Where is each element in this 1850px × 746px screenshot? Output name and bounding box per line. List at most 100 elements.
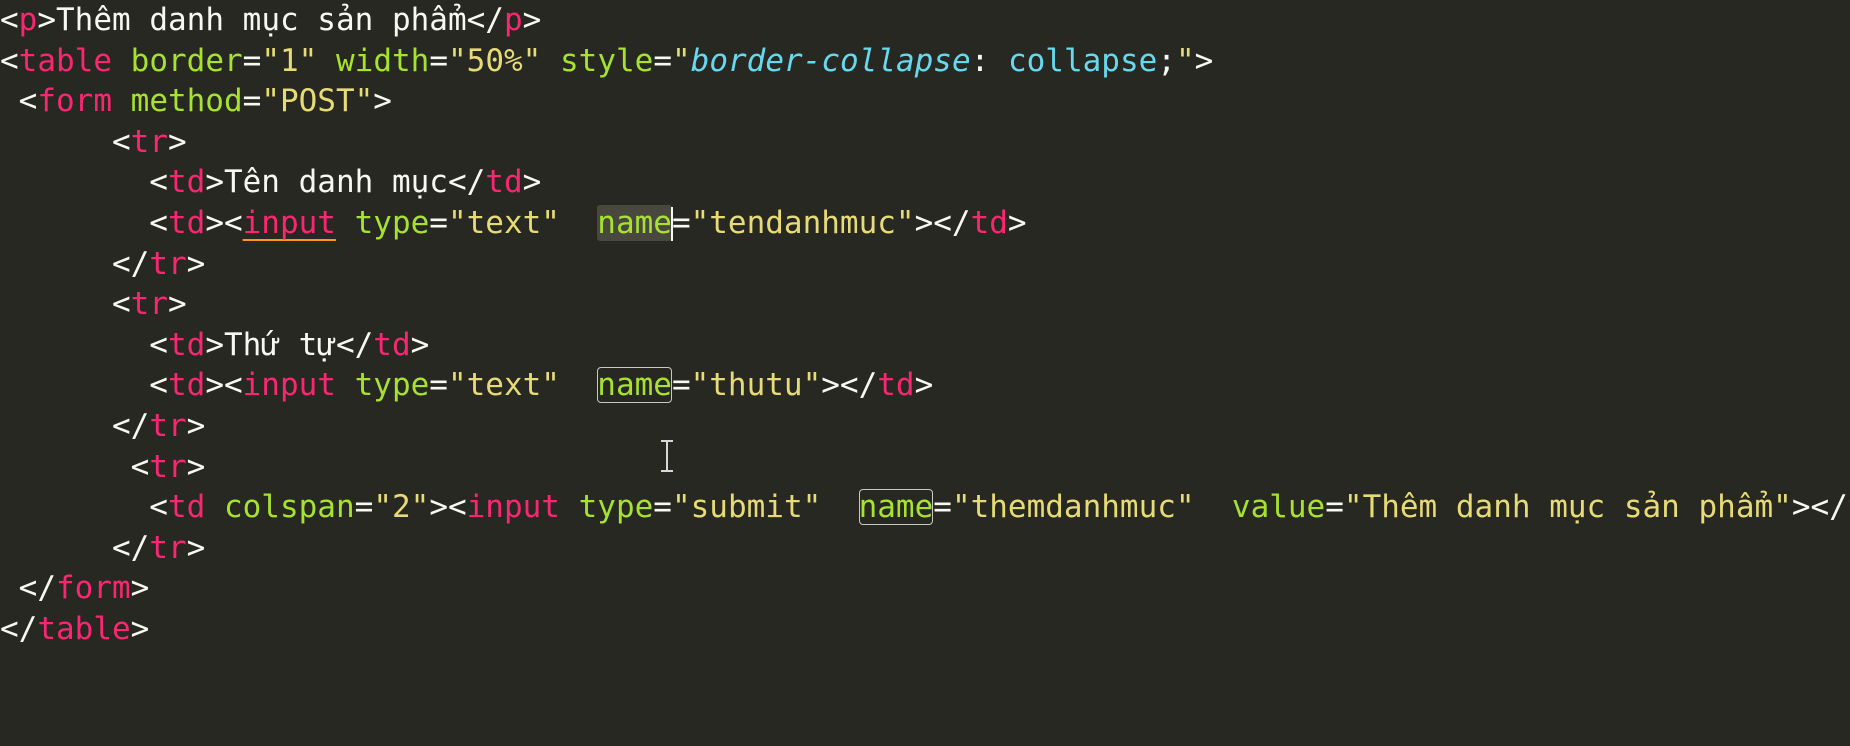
punct: ></ [1791, 489, 1848, 526]
tag-name: p [503, 2, 523, 38]
code-line-8[interactable]: <tr> [0, 284, 1850, 325]
punct: = [653, 489, 672, 526]
punct: = [653, 42, 672, 79]
punct: > [410, 326, 430, 363]
punct [560, 489, 579, 525]
attribute-name: type [354, 204, 430, 241]
attribute-value: "tendanhmuc" [690, 204, 915, 241]
punct: ; [1157, 42, 1176, 79]
punct: < [0, 164, 168, 201]
css-value: collapse [1007, 42, 1158, 79]
tag-name: td [167, 489, 206, 526]
attribute-name: colspan [223, 489, 355, 526]
code-line-11[interactable]: </tr> [0, 406, 1850, 447]
punct: < [0, 367, 168, 404]
punct: = [429, 42, 448, 79]
punct: </ [0, 610, 38, 647]
attribute-name-selected[interactable]: name [597, 204, 672, 241]
text-content: Thứ tự [223, 326, 336, 363]
code-area[interactable]: <p>Thêm danh mục sản phẩm</p> <table bor… [0, 0, 1850, 650]
tag-name: table [18, 42, 112, 79]
tag-name: input [242, 367, 336, 404]
punct: < [0, 42, 19, 79]
punct [112, 43, 131, 79]
punct: = [242, 83, 262, 120]
punct: < [0, 448, 150, 485]
tag-name: td [485, 164, 523, 201]
tag-name: tr [149, 245, 187, 282]
code-line-14[interactable]: </tr> [0, 528, 1850, 569]
punct: : [970, 42, 1008, 79]
punct: > [186, 407, 206, 444]
quote: " [672, 42, 691, 79]
punct: > [130, 570, 150, 607]
tag-name: td [373, 326, 411, 363]
punct: = [671, 204, 691, 241]
punct: < [0, 204, 168, 241]
attribute-value: "2" [373, 489, 430, 526]
punct: >< [205, 367, 243, 404]
punct [560, 205, 597, 241]
attribute-value: "thutu" [690, 367, 822, 404]
tag-name: table [37, 610, 131, 647]
tag-name: tr [149, 529, 187, 566]
tag-name: form [37, 83, 112, 120]
punct: </ [466, 2, 504, 38]
punct: >< [429, 489, 467, 526]
tag-name: td [167, 326, 206, 363]
code-line-16[interactable]: </table> [0, 609, 1850, 650]
punct: ></ [914, 204, 971, 241]
punct: </ [0, 245, 150, 282]
code-line-2[interactable]: <table border="1" width="50%" style="bor… [0, 41, 1850, 82]
code-line-3[interactable]: <form method="POST"> [0, 81, 1850, 122]
punct [205, 489, 224, 525]
punct: < [0, 123, 131, 160]
text-content: Tên danh mục [223, 164, 448, 201]
attribute-value: "themdanhmuc" [951, 489, 1195, 526]
quote: " [1175, 42, 1195, 79]
tag-name: tr [149, 448, 187, 485]
punct: </ [447, 164, 486, 201]
punct: > [167, 123, 187, 160]
code-line-5[interactable]: <td>Tên danh mục</td> [0, 162, 1850, 203]
punct [112, 83, 131, 119]
punct [317, 43, 336, 79]
attribute-name-match[interactable]: name [858, 489, 934, 526]
punct: > [522, 2, 542, 38]
code-line-1[interactable]: <p>Thêm danh mục sản phẩm</p> [0, 0, 1850, 41]
attribute-value: "Thêm danh mục sản phẩm" [1343, 489, 1792, 526]
code-line-10[interactable]: <td><input type="text" name="thutu"></td… [0, 365, 1850, 406]
punct: = [354, 489, 374, 526]
code-line-12[interactable]: <tr> [0, 447, 1850, 488]
tag-name: tr [130, 286, 168, 323]
attribute-name: value [1231, 489, 1326, 526]
code-editor[interactable]: <p>Thêm danh mục sản phẩm</p> <table bor… [0, 0, 1850, 746]
punct: = [933, 489, 952, 526]
punct: > [186, 245, 206, 282]
punct: > [373, 83, 392, 120]
tag-name: p [18, 2, 38, 38]
code-line-9[interactable]: <td>Thứ tự</td> [0, 325, 1850, 366]
attribute-name: width [336, 42, 430, 79]
punct: > [205, 164, 224, 201]
code-line-15[interactable]: </form> [0, 568, 1850, 609]
punct [336, 367, 355, 403]
punct: > [522, 164, 542, 201]
tag-name: td [167, 164, 206, 201]
punct: = [429, 204, 448, 241]
code-line-7[interactable]: </tr> [0, 244, 1850, 285]
code-line-13[interactable]: <td colspan="2"><input type="submit" nam… [0, 487, 1850, 528]
punct: < [0, 286, 131, 323]
punct: </ [0, 570, 56, 607]
code-line-4[interactable]: <tr> [0, 122, 1850, 163]
attribute-value: "1" [261, 42, 318, 79]
attribute-value: "text" [447, 204, 560, 241]
punct: > [186, 448, 206, 485]
attribute-name-match[interactable]: name [597, 367, 672, 404]
attribute-name: border [130, 42, 243, 79]
punct: = [671, 367, 691, 404]
attribute-value: "50%" [448, 42, 542, 79]
tag-name: td [167, 367, 206, 404]
punct [541, 43, 560, 79]
code-line-6[interactable]: <td><input type="text" name="tendanhmuc"… [0, 203, 1850, 244]
